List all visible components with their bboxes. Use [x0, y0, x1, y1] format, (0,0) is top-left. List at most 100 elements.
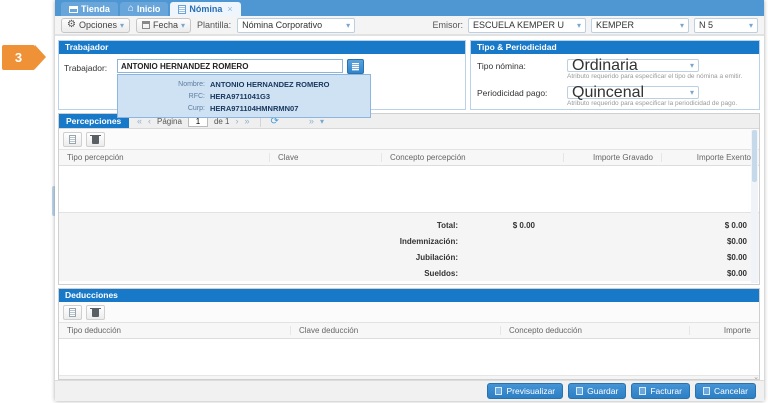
serie-select[interactable]: N 5 ▾: [694, 18, 758, 33]
tab-inicio-label: Inicio: [137, 4, 161, 14]
periodicidad-help: Atributo requerido para especificar la p…: [567, 100, 737, 107]
serie-value: N 5: [699, 20, 713, 30]
opciones-button[interactable]: ⚙ Opciones ▾: [61, 18, 130, 33]
col-clave: Clave: [269, 153, 381, 162]
deducciones-table-body[interactable]: [59, 339, 759, 375]
plantilla-label: Plantilla:: [197, 20, 231, 30]
chevron-down-icon: ▾: [749, 21, 753, 30]
fecha-button[interactable]: Fecha ▾: [136, 18, 191, 33]
deducciones-panel: Deducciones Tipo deducción Clave deducci…: [58, 288, 760, 380]
tipo-periodicidad-header: Tipo & Periodicidad: [471, 41, 759, 54]
guardar-button[interactable]: Guardar: [568, 383, 626, 399]
nombre-value: ANTONIO HERNANDEZ ROMERO: [210, 80, 329, 89]
indemnizacion-row: Indemnización: $0.00: [59, 233, 759, 249]
invoice-icon: [639, 387, 646, 395]
sueldos-value: $0.00: [535, 269, 759, 278]
main-toolbar: ⚙ Opciones ▾ Fecha ▾ Plantilla: Nómina C…: [55, 16, 764, 36]
cancelar-button[interactable]: Cancelar: [695, 383, 756, 399]
worker-lookup-icon: [352, 63, 359, 71]
emisor-select[interactable]: ESCUELA KEMPER U ▾: [468, 18, 586, 33]
sueldos-label: Sueldos:: [59, 269, 458, 278]
chevron-down-icon: ▾: [346, 21, 350, 30]
empresa-select[interactable]: KEMPER ▾: [591, 18, 689, 33]
chevron-down-icon: ▾: [577, 21, 581, 30]
jubilacion-label: Jubilación:: [59, 253, 458, 262]
periodicidad-select[interactable]: Quincenal ▾: [567, 86, 699, 99]
cancel-icon: [703, 387, 710, 395]
emisor-label: Emisor:: [432, 20, 463, 30]
periodicidad-label: Periodicidad pago:: [477, 88, 547, 98]
guardar-label: Guardar: [587, 386, 618, 396]
add-percepcion-button[interactable]: [63, 132, 82, 147]
tab-nomina[interactable]: Nómina ×: [170, 2, 240, 16]
col-tipo-deduccion: Tipo deducción: [59, 326, 290, 335]
facturar-button[interactable]: Facturar: [631, 383, 690, 399]
percepciones-table-body[interactable]: [59, 166, 759, 212]
tab-tienda[interactable]: Tienda: [61, 2, 118, 16]
emisor-value: ESCUELA KEMPER U: [473, 20, 564, 30]
rfc-label: RFC:: [118, 93, 210, 100]
trash-icon: [92, 309, 99, 317]
previsualizar-button[interactable]: Previsualizar: [487, 383, 563, 399]
add-deduccion-button[interactable]: [63, 305, 82, 320]
nombre-label: Nombre:: [118, 81, 210, 88]
col-tipo-percepcion: Tipo percepción: [59, 153, 269, 162]
periodicidad-value: Quincenal: [572, 84, 644, 102]
tab-tienda-label: Tienda: [81, 4, 110, 14]
preview-icon: [495, 387, 502, 395]
annotation-step-badge: 3: [2, 45, 35, 70]
delete-percepcion-button[interactable]: [86, 132, 105, 147]
indemnizacion-label: Indemnización:: [59, 237, 458, 246]
deducciones-table-header: Tipo deducción Clave deducción Concepto …: [59, 323, 759, 339]
suggestion-row-nombre[interactable]: Nombre: ANTONIO HERNANDEZ ROMERO: [118, 78, 370, 90]
suggestion-row-curp[interactable]: Curp: HERA971104HMNRMN07: [118, 102, 370, 114]
plantilla-value: Nómina Corporativo: [242, 20, 322, 30]
calendar-icon: [142, 21, 150, 29]
footer-action-bar: Previsualizar Guardar Facturar Cancelar: [55, 380, 764, 401]
tipo-periodicidad-panel: Tipo & Periodicidad Tipo nómina: Ordinar…: [470, 40, 760, 110]
tipo-nomina-value: Ordinaria: [572, 57, 638, 75]
jubilacion-row: Jubilación: $0.00: [59, 249, 759, 265]
plantilla-select[interactable]: Nómina Corporativo ▾: [237, 18, 355, 33]
trabajador-input[interactable]: [117, 59, 343, 73]
deducciones-toolbar: [59, 302, 759, 323]
home-icon: ⌂: [128, 5, 134, 13]
jubilacion-value: $0.00: [535, 253, 759, 262]
tab-inicio[interactable]: ⌂ Inicio: [120, 2, 169, 16]
total-row: Total: $ 0.00 $ 0.00: [59, 217, 759, 233]
trabajador-panel: Trabajador Trabajador: Nombre: ANTONIO H…: [58, 40, 466, 110]
app-window: Tienda ⌂ Inicio Nómina × ⚙ Opciones ▾ Fe…: [55, 0, 764, 401]
tab-nomina-label: Nómina: [189, 4, 222, 14]
worker-suggestion-popup[interactable]: Nombre: ANTONIO HERNANDEZ ROMERO RFC: HE…: [117, 74, 371, 118]
delete-deduccion-button[interactable]: [86, 305, 105, 320]
close-tab-icon[interactable]: ×: [227, 4, 232, 14]
empresa-value: KEMPER: [596, 20, 634, 30]
gear-icon: ⚙: [67, 20, 76, 30]
percepciones-toolbar: [59, 129, 759, 150]
percepciones-table-header: Tipo percepción Clave Concepto percepció…: [59, 150, 759, 166]
total-gravado: $ 0.00: [458, 221, 535, 230]
sueldos-row: Sueldos: $0.00: [59, 265, 759, 281]
worker-lookup-button[interactable]: [347, 59, 364, 74]
curp-label: Curp:: [118, 105, 210, 112]
suggestion-row-rfc[interactable]: RFC: HERA9711041G3: [118, 90, 370, 102]
add-row-icon: [69, 135, 76, 144]
trabajador-field-label: Trabajador:: [64, 63, 107, 73]
previsualizar-label: Previsualizar: [506, 386, 555, 396]
chevron-down-icon: ▾: [690, 88, 694, 97]
percepciones-panel: Percepciones « ‹ Página de 1 › » ⟳ » ▾: [58, 113, 760, 285]
col-importe: Importe: [689, 326, 759, 335]
total-label: Total:: [59, 221, 458, 230]
col-clave-deduccion: Clave deducción: [290, 326, 500, 335]
col-concepto-deduccion: Concepto deducción: [500, 326, 689, 335]
percepciones-totals: Total: $ 0.00 $ 0.00 Indemnización: $0.0…: [59, 212, 759, 281]
document-icon: [178, 5, 186, 14]
percepciones-scrollbar[interactable]: [751, 130, 758, 283]
indemnizacion-value: $0.00: [535, 237, 759, 246]
tipo-nomina-select[interactable]: Ordinaria ▾: [567, 59, 699, 72]
add-row-icon: [69, 308, 76, 317]
cancelar-label: Cancelar: [714, 386, 748, 396]
percepciones-scrollbar-thumb[interactable]: [752, 130, 757, 182]
chevron-down-icon: ▾: [120, 21, 124, 30]
trash-icon: [92, 136, 99, 144]
